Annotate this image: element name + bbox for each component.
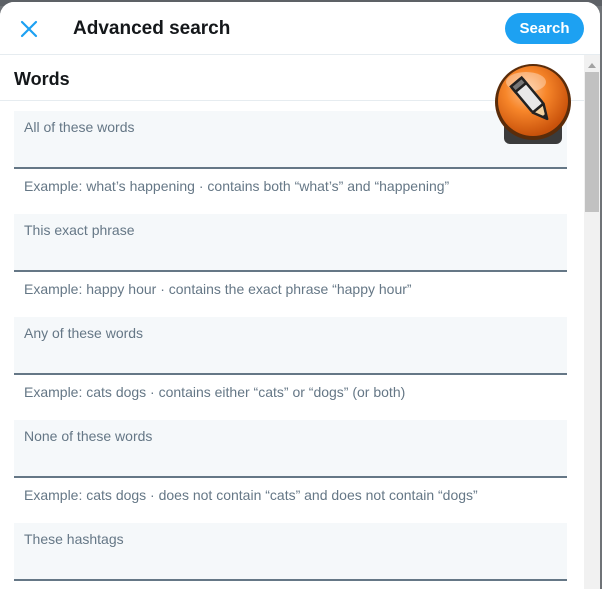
none-words-field[interactable]: None of these words bbox=[14, 420, 567, 478]
field-hint: Example: what’s happening · contains bot… bbox=[24, 178, 450, 194]
any-words-input[interactable] bbox=[24, 347, 554, 367]
close-icon bbox=[20, 20, 38, 38]
search-button[interactable]: Search bbox=[505, 13, 584, 44]
none-words-input[interactable] bbox=[24, 450, 554, 470]
all-words-field[interactable]: All of these words bbox=[14, 111, 567, 169]
dialog-header: Advanced search Search bbox=[0, 2, 600, 55]
pencil-edit-badge[interactable] bbox=[492, 62, 576, 146]
field-label: None of these words bbox=[24, 428, 153, 444]
dialog-title: Advanced search bbox=[73, 18, 231, 39]
all-words-input[interactable] bbox=[24, 141, 554, 161]
field-label: This exact phrase bbox=[24, 222, 135, 238]
hashtags-field[interactable]: These hashtags bbox=[14, 523, 567, 581]
field-hint: Example: cats dogs · does not contain “c… bbox=[24, 487, 478, 503]
field-hint: Example: cats dogs · contains either “ca… bbox=[24, 384, 406, 400]
scroll-up-arrow-icon[interactable] bbox=[584, 59, 600, 71]
advanced-search-dialog: Advanced search Search Words All of thes… bbox=[0, 2, 600, 589]
exact-phrase-input[interactable] bbox=[24, 244, 554, 264]
field-label: All of these words bbox=[24, 119, 135, 135]
field-label: These hashtags bbox=[24, 531, 124, 547]
hashtags-input[interactable] bbox=[24, 553, 554, 573]
section-heading-words: Words bbox=[14, 69, 70, 89]
field-label: Any of these words bbox=[24, 325, 144, 341]
pencil-edit-icon bbox=[495, 64, 571, 144]
scrollbar-thumb[interactable] bbox=[585, 72, 599, 212]
scrollbar[interactable] bbox=[584, 55, 600, 589]
field-hint: Example: happy hour · contains the exact… bbox=[24, 281, 412, 297]
close-button[interactable] bbox=[14, 14, 44, 44]
exact-phrase-field[interactable]: This exact phrase bbox=[14, 214, 567, 272]
any-words-field[interactable]: Any of these words bbox=[14, 317, 567, 375]
